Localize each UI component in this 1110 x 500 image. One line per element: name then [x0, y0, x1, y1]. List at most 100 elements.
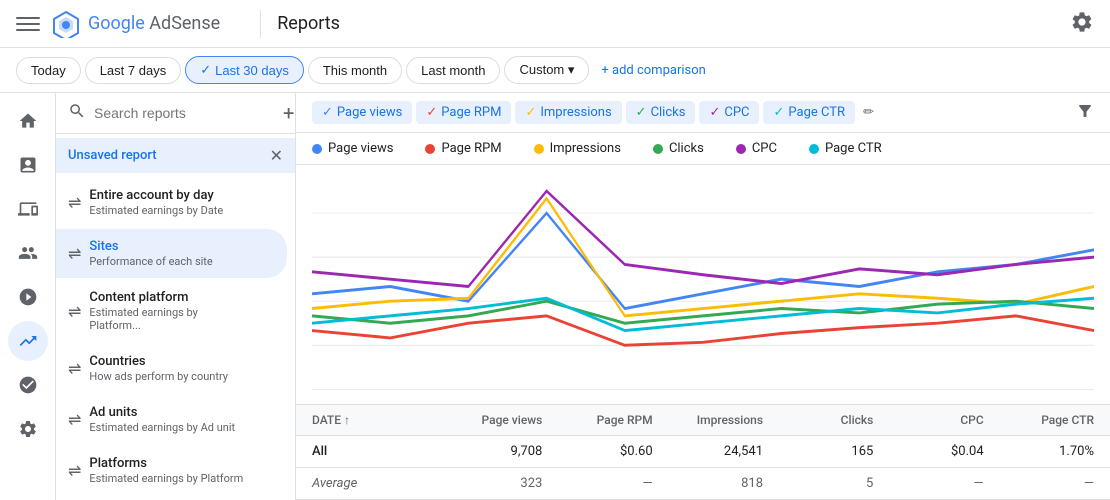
nav-home[interactable] [8, 101, 48, 141]
top-bar: Google AdSense Reports [0, 0, 1110, 48]
sidebar-item-content-platform[interactable]: ⇌ Content platform Estimated earnings by… [56, 280, 287, 342]
unsaved-report-label: Unsaved report [68, 148, 270, 163]
left-nav [0, 93, 56, 500]
filter-last-7-days[interactable]: Last 7 days [85, 57, 182, 84]
tab-label: Clicks [651, 105, 686, 120]
sidebar-item-entire-account[interactable]: ⇌ Entire account by day Estimated earnin… [56, 178, 287, 227]
legend-dot [534, 144, 544, 154]
col-cpc: CPC [873, 413, 983, 427]
sidebar-item-ad-units[interactable]: ⇌ Ad units Estimated earnings by Ad unit… [56, 395, 287, 444]
tab-label: Page CTR [788, 105, 845, 120]
tab-page-views[interactable]: ✓ Page views [312, 101, 412, 124]
cell-page-ctr: — [984, 476, 1094, 491]
check-icon: ✓ [636, 105, 647, 120]
nav-users[interactable] [8, 233, 48, 273]
cell-cpc: $0.04 [873, 444, 983, 459]
legend-label: Page CTR [825, 141, 882, 156]
unsaved-report-item[interactable]: Unsaved report ✕ [56, 138, 295, 173]
nav-overview[interactable] [8, 145, 48, 185]
sidebar-item-label: Platforms [89, 456, 251, 471]
cell-clicks: 165 [763, 444, 873, 459]
col-page-rpm: Page RPM [542, 413, 652, 427]
search-input[interactable] [94, 105, 275, 121]
table-row: Average 323 — 818 5 — — [296, 468, 1110, 500]
legend-label: Page views [328, 141, 393, 156]
filter-last-month[interactable]: Last month [406, 57, 500, 84]
legend-label: Page RPM [441, 141, 501, 156]
check-icon: ✓ [773, 105, 784, 120]
search-icon [68, 102, 86, 125]
check-icon: ✓ [709, 105, 720, 120]
sidebar-item-platforms[interactable]: ⇌ Platforms Estimated earnings by Platfo… [56, 446, 287, 495]
tab-page-ctr[interactable]: ✓ Page CTR [763, 101, 855, 124]
check-icon: ✓ [426, 105, 437, 120]
filter-this-month[interactable]: This month [308, 57, 402, 84]
sidebar-item-countries[interactable]: ⇌ Countries How ads perform by country ⋮ [56, 344, 287, 393]
nav-reports[interactable] [8, 321, 48, 361]
report-icon: ⇌ [68, 244, 81, 263]
cell-page-views: 9,708 [432, 444, 542, 459]
sidebar: + Unsaved report ✕ ⇌ Entire account by d… [56, 93, 296, 500]
cell-date: All [312, 444, 432, 459]
sidebar-search-bar: + [56, 93, 295, 134]
legend-page-rpm: Page RPM [425, 141, 501, 156]
settings-icon[interactable] [1070, 23, 1094, 38]
main-content: ✓ Page views ✓ Page RPM ✓ Impressions ✓ … [296, 93, 1110, 500]
sidebar-item-label: Content platform [89, 290, 251, 305]
legend-dot [312, 144, 322, 154]
nav-block[interactable] [8, 277, 48, 317]
filter-bar: Today Last 7 days ✓ Last 30 days This mo… [0, 48, 1110, 93]
add-report-icon[interactable]: + [283, 101, 294, 125]
nav-optimize[interactable] [8, 365, 48, 405]
legend-page-views: Page views [312, 141, 393, 156]
col-clicks: Clicks [763, 413, 873, 427]
check-icon: ✓ [525, 105, 536, 120]
legend-dot [809, 144, 819, 154]
filter-custom[interactable]: Custom ▾ [504, 56, 589, 84]
legend-impressions: Impressions [534, 141, 621, 156]
cell-clicks: 5 [763, 476, 873, 491]
cell-impressions: 818 [653, 476, 763, 491]
tab-clicks[interactable]: ✓ Clicks [626, 101, 696, 124]
data-table: DATE ↑ Page views Page RPM Impressions C… [296, 404, 1110, 500]
legend-page-ctr: Page CTR [809, 141, 882, 156]
cell-impressions: 24,541 [653, 444, 763, 459]
cell-page-ctr: 1.70% [984, 444, 1094, 459]
sidebar-item-sublabel: Performance of each site [89, 255, 251, 268]
close-unsaved-icon[interactable]: ✕ [270, 146, 283, 165]
edit-metrics-icon[interactable]: ✏ [863, 105, 874, 120]
report-icon: ⇌ [68, 359, 81, 378]
filter-last-30-days[interactable]: ✓ Last 30 days [185, 56, 304, 84]
col-date[interactable]: DATE ↑ [312, 413, 432, 427]
sidebar-item-sublabel: Estimated earnings by Platform [89, 472, 251, 485]
report-icon: ⇌ [68, 410, 81, 429]
sidebar-item-sublabel: Estimated earnings by Ad unit [89, 421, 251, 434]
filter-icon[interactable] [1076, 102, 1094, 124]
col-impressions: Impressions [653, 413, 763, 427]
legend-label: CPC [752, 141, 777, 156]
cell-cpc: — [873, 476, 983, 491]
report-icon: ⇌ [68, 302, 81, 321]
nav-settings[interactable] [8, 409, 48, 449]
sidebar-item-label: Entire account by day [89, 188, 251, 203]
tab-cpc[interactable]: ✓ CPC [699, 101, 759, 124]
col-page-views: Page views [432, 413, 542, 427]
menu-icon[interactable] [16, 12, 40, 36]
legend-label: Clicks [669, 141, 704, 156]
sidebar-item-sites[interactable]: ⇌ Sites Performance of each site ⋮ [56, 229, 287, 278]
sidebar-item-label: Countries [89, 354, 251, 369]
legend-dot [653, 144, 663, 154]
legend-dot [736, 144, 746, 154]
tab-page-rpm[interactable]: ✓ Page RPM [416, 101, 511, 124]
chart-svg [312, 169, 1094, 404]
nav-content[interactable] [8, 189, 48, 229]
chart-legend: Page views Page RPM Impressions Clicks C… [296, 133, 1110, 165]
tab-impressions[interactable]: ✓ Impressions [515, 101, 621, 124]
filter-today[interactable]: Today [16, 57, 81, 84]
report-icon: ⇌ [68, 461, 81, 480]
add-comparison-button[interactable]: + add comparison [601, 63, 705, 78]
tab-label: Page views [337, 105, 402, 120]
logo-text: Google AdSense [88, 13, 220, 34]
col-page-ctr: Page CTR [984, 413, 1094, 427]
cell-page-rpm: — [542, 476, 652, 491]
